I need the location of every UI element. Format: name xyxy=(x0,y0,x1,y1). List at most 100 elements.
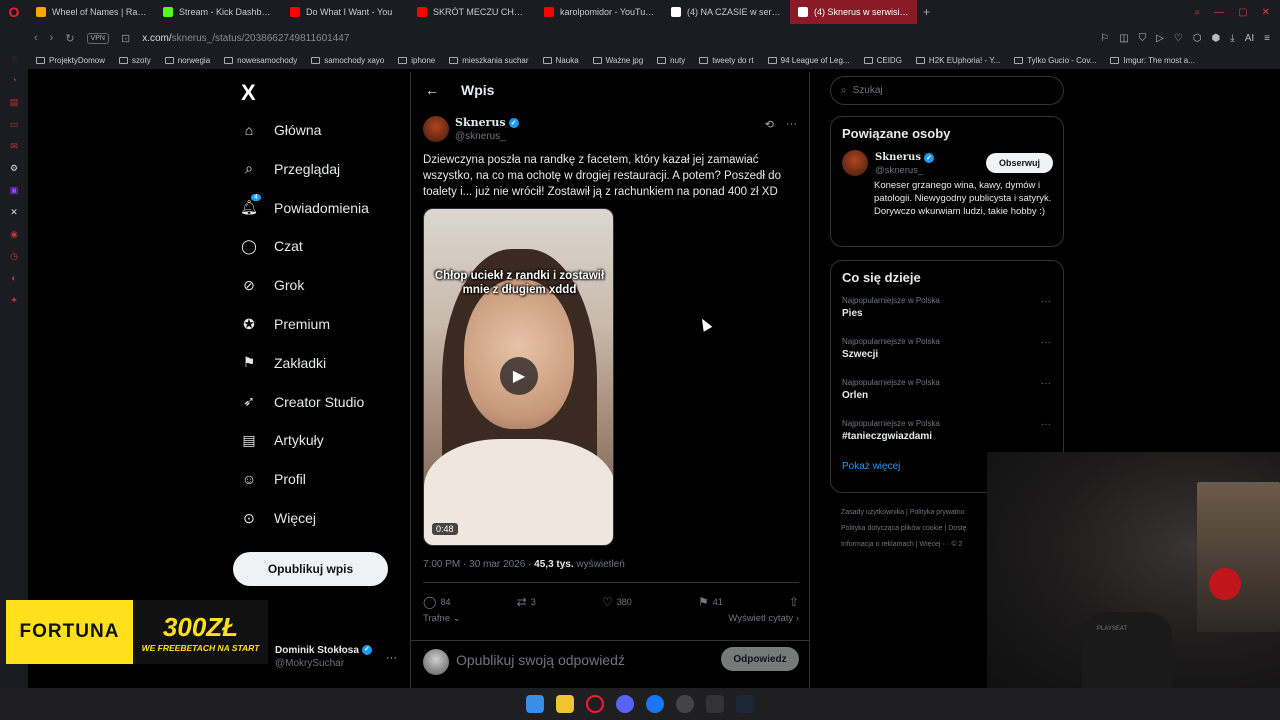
author-handle[interactable]: @sknerus_ xyxy=(455,131,519,142)
shield-icon[interactable]: ⛉ xyxy=(1139,33,1147,44)
trend-item[interactable]: Najpopularniejsze w Polska Orlen ··· xyxy=(831,376,1063,417)
grok-explain-icon[interactable]: ⟲ xyxy=(765,118,774,131)
nav-item-chat[interactable]: ◯ Czat xyxy=(240,237,303,255)
obs-icon[interactable] xyxy=(676,695,694,713)
speed-icon[interactable]: ◐ xyxy=(8,274,20,283)
maximize-icon[interactable]: ▢ xyxy=(1238,7,1247,18)
bookmark-item[interactable]: Tylko Gucio - Cov... xyxy=(1014,56,1096,65)
x-logo[interactable]: X xyxy=(241,80,256,106)
play-icon[interactable]: ▶ xyxy=(500,357,538,395)
history-icon[interactable]: ◔ xyxy=(8,76,20,85)
opera-logo-icon[interactable]: O xyxy=(0,0,28,24)
reload-icon[interactable]: ↻ xyxy=(65,32,74,45)
follow-button[interactable]: Obserwuj xyxy=(986,153,1053,173)
nav-item-search[interactable]: ⌕ Przeglądaj xyxy=(240,160,340,178)
start-icon[interactable] xyxy=(526,695,544,713)
post-author[interactable]: Sknerus ✓ @sknerus_ xyxy=(423,116,519,142)
browser-tab[interactable]: karolpomidor - YouTube xyxy=(536,0,663,24)
footer-line[interactable]: Informacja o reklamach | Więcej ··· © 2 xyxy=(841,537,991,553)
forward-icon[interactable]: › xyxy=(50,32,54,44)
footer-line[interactable]: Zasady użytkownika | Polityka prywatno xyxy=(841,505,991,521)
reply-submit-button[interactable]: Odpowiedz xyxy=(721,647,799,671)
related-avatar[interactable] xyxy=(842,150,868,176)
new-tab-button[interactable]: + xyxy=(917,5,936,19)
bookmark-item[interactable]: ProjektyDomow xyxy=(36,56,105,65)
facebook-icon[interactable] xyxy=(646,695,664,713)
bookmark-item[interactable]: Nauka xyxy=(542,56,579,65)
reply-button[interactable]: ◯ 84 xyxy=(423,595,450,609)
bookmark-item[interactable]: Ważne jpg xyxy=(592,56,643,65)
browser-tab[interactable]: (4) NA CZASIE w serwisie xyxy=(663,0,790,24)
terminal-icon[interactable] xyxy=(706,695,724,713)
trend-more-icon[interactable]: ··· xyxy=(1041,378,1051,389)
bookmark-item[interactable]: nowesamochody xyxy=(224,56,297,65)
x-sidebar-icon[interactable]: ✕ xyxy=(8,208,20,217)
url-field[interactable]: x.com/sknerus_/status/203866274981160144… xyxy=(142,33,349,44)
nav-item-home[interactable]: ⌂ Główna xyxy=(240,121,322,139)
reply-input[interactable]: Opublikuj swoją odpowiedź xyxy=(456,652,625,668)
media-icon[interactable]: ▭ xyxy=(8,120,20,129)
search-tabs-icon[interactable]: ⌕ xyxy=(1195,7,1201,18)
user-avatar[interactable] xyxy=(423,649,449,675)
browser-tab[interactable]: SKRÓT MECZU CHARYTA xyxy=(409,0,536,24)
file-explorer-icon[interactable] xyxy=(556,695,574,713)
back-arrow-icon[interactable]: ← xyxy=(425,82,439,98)
minimize-icon[interactable]: — xyxy=(1214,7,1224,18)
footer-line[interactable]: Polityka dotycząca plików cookie | Dostę xyxy=(841,521,991,537)
download-icon[interactable]: ⤓ xyxy=(1230,33,1234,44)
settings-icon[interactable]: ✦ xyxy=(8,296,20,305)
related-person[interactable]: Sknerus ✓ @sknerus_ Obserwuj Koneser grza… xyxy=(831,150,1063,232)
bookmark-item[interactable]: tweety do rt xyxy=(699,56,754,65)
ai-button[interactable]: AI xyxy=(1245,33,1254,44)
send-icon[interactable]: ▷ xyxy=(1156,33,1164,44)
snapshot-icon[interactable]: ◫ xyxy=(1119,33,1128,44)
bookmark-button[interactable]: ⚑ 41 xyxy=(698,595,723,609)
bookmark-item[interactable]: 94 League of Leg... xyxy=(767,56,850,65)
nav-item-verified[interactable]: ✪ Premium xyxy=(240,315,330,333)
pinboard-icon[interactable]: ▤ xyxy=(8,98,20,107)
trend-more-icon[interactable]: ··· xyxy=(1041,337,1051,348)
lock-icon[interactable]: ⊡ xyxy=(121,32,130,45)
bookmark-page-icon[interactable]: ⚐ xyxy=(1100,33,1109,44)
nav-item-bookmark[interactable]: ⚑ Zakładki xyxy=(240,354,326,372)
nav-item-bell[interactable]: 🔔︎ Powiadomienia 4 xyxy=(240,193,369,217)
bookmark-item[interactable]: mieszkania suchar xyxy=(449,56,529,65)
bookmark-item[interactable]: H2K EUphoria! - Y... xyxy=(915,56,1000,65)
browser-tab[interactable]: Wheel of Names | Random xyxy=(28,0,155,24)
opera-taskbar-icon[interactable] xyxy=(586,695,604,713)
bookmark-item[interactable]: nuty xyxy=(657,56,685,65)
back-icon[interactable]: ‹ xyxy=(34,32,38,44)
bookmark-item[interactable]: norwegia xyxy=(164,56,210,65)
chatgpt-icon[interactable]: ⚙ xyxy=(8,164,20,173)
view-quotes-link[interactable]: Wyświetl cytaty › xyxy=(728,613,799,624)
browser-tab[interactable]: Stream - Kick Dashboard xyxy=(155,0,282,24)
author-avatar[interactable] xyxy=(423,116,449,142)
vpn-badge[interactable]: VPN xyxy=(86,32,109,44)
trend-item[interactable]: Najpopularniejsze w Polska Szwecji ··· xyxy=(831,335,1063,376)
nav-item-more[interactable]: ⊙ Więcej xyxy=(240,509,316,527)
extensions-icon[interactable]: ⬡ xyxy=(1193,33,1202,44)
author-name[interactable]: Sknerus xyxy=(455,116,506,129)
search-input[interactable]: ⌕ Szukaj xyxy=(830,76,1064,105)
nav-item-grok[interactable]: ⊘ Grok xyxy=(240,276,304,294)
trend-more-icon[interactable]: ··· xyxy=(1041,419,1051,430)
player-icon[interactable]: ◉ xyxy=(8,230,20,239)
heart-icon[interactable]: ♡ xyxy=(1174,33,1183,44)
trend-item[interactable]: Najpopularniejsze w Polska Pies ··· xyxy=(831,294,1063,335)
nav-item-person[interactable]: ☺ Profil xyxy=(240,470,306,488)
browser-tab[interactable]: Do What I Want - You xyxy=(282,0,409,24)
share-button[interactable]: ⇧ xyxy=(789,595,799,609)
video-player[interactable]: Chłop uciekł z randki i zostawił mnie z … xyxy=(423,208,614,546)
trend-more-icon[interactable]: ··· xyxy=(1041,296,1051,307)
account-switcher[interactable]: Dominik Stokłosa ✓ @MokrySuchar xyxy=(275,645,372,669)
like-button[interactable]: ♡ 380 xyxy=(602,595,632,609)
gmail-icon[interactable]: ✉ xyxy=(8,142,20,151)
bookmark-item[interactable]: iphone xyxy=(398,56,435,65)
repost-button[interactable]: ⇄ 3 xyxy=(517,595,536,609)
cube-icon[interactable]: ⬢ xyxy=(1212,33,1221,44)
messenger-icon[interactable]: ◌ xyxy=(8,54,20,63)
discord-icon[interactable] xyxy=(616,695,634,713)
menu-icon[interactable]: ≡ xyxy=(1264,33,1270,44)
nav-item-rocket[interactable]: ➶ Creator Studio xyxy=(240,393,364,411)
relevance-dropdown[interactable]: Trafne ⌄ xyxy=(423,613,461,624)
